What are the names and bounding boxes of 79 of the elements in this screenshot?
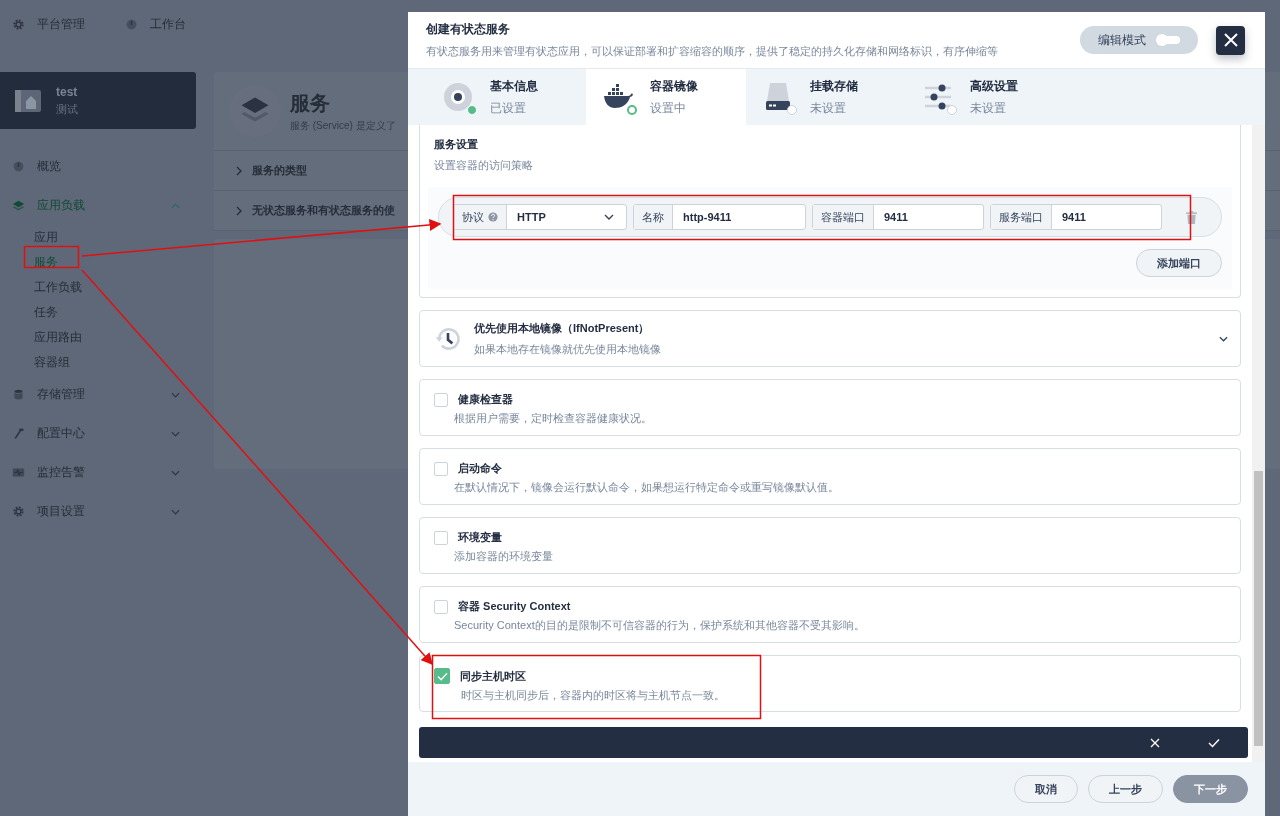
pull-policy-card[interactable]: 优先使用本地镜像（IfNotPresent） 如果本地存在镜像就优先使用本地镜像 [419,310,1241,367]
nav-subitem[interactable]: 工作负载 [12,275,184,300]
nav-item[interactable]: 存储管理 [12,375,184,414]
nav-subitem[interactable]: 容器组 [12,350,184,375]
footer-button[interactable]: 上一步 [1088,775,1163,803]
monitor-icon [12,466,25,479]
add-port-button[interactable]: 添加端口 [1136,249,1222,277]
trash-icon[interactable] [1186,210,1197,224]
step-tab[interactable]: 高级设置 未设置 [906,69,1066,125]
project-alias: 测试 [56,101,78,117]
highlight-box [23,245,80,269]
dialog-description: 有状态服务用来管理有状态应用，可以保证部署和扩容缩容的顺序，提供了稳定的持久化存储和网络标识，有序伸缩等 [426,44,999,59]
option-title: 启动命令 [458,461,502,476]
protocol-select[interactable]: 协议 HTTP [453,204,627,230]
option-description: 根据用户需要，定时检查容器健康状况。 [453,411,653,426]
option-title: 容器 Security Context [458,599,571,614]
card-title: 优先使用本地镜像（IfNotPresent） [474,320,651,336]
checkbox[interactable] [434,461,448,476]
option-title: 环境变量 [458,530,502,545]
option-description: 时区与主机同步后，容器内的时区将与主机节点一致。 [460,688,726,703]
nav-subitem[interactable]: 应用路由 [12,325,184,350]
container-port-field[interactable]: 容器端口 9411 [812,204,984,230]
topbar-link[interactable]: 平台管理 [37,15,85,33]
hammer-icon [12,427,25,440]
step-title: 基本信息 [490,77,538,95]
step-tab[interactable]: 基本信息 已设置 [426,69,586,125]
step-tab[interactable]: 挂载存储 未设置 [746,69,906,125]
nav-subitem[interactable]: 服务 [12,250,184,275]
page-title: 服务 [290,90,331,116]
nav-subitem[interactable]: 任务 [12,300,184,325]
check-icon [1208,737,1220,748]
card-description: 设置容器的访问策略 [433,158,534,173]
footer-button[interactable]: 下一步 [1173,775,1248,803]
chevron-right-icon [236,165,242,176]
checkbox[interactable] [434,599,448,614]
layers-icon [12,199,25,212]
dashboard-icon [125,17,138,31]
dashboard-icon [12,160,25,173]
checkbox[interactable] [434,530,448,545]
step-status: 设置中 [650,99,687,117]
project-card[interactable]: test 测试 [0,72,196,129]
nav-item[interactable]: 概览 [12,147,184,186]
gear-icon [12,505,25,518]
step-status: 已设置 [490,99,527,117]
database-icon [12,388,25,401]
option-description: 添加容器的环境变量 [453,549,554,564]
chevron-down-icon [604,214,614,220]
option-title: 同步主机时区 [460,668,526,684]
chevron-down-icon[interactable] [1219,335,1228,342]
gear-icon [12,17,25,31]
card-description: 如果本地存在镜像就优先使用本地镜像 [474,341,662,357]
step-title: 容器镜像 [650,77,698,95]
step-tab[interactable]: 容器镜像 设置中 [586,69,746,125]
step-title: 高级设置 [970,77,1018,95]
project-name: test [56,84,78,99]
close-icon [1150,737,1160,748]
option-description: 在默认情况下，镜像会运行默认命令，如果想运行特定命令或重写镜像默认值。 [453,480,840,495]
disc-icon [442,81,474,113]
checkbox[interactable] [434,392,448,407]
dialog-title: 创建有状态服务 [426,21,511,38]
footer-button[interactable]: 取消 [1014,775,1078,803]
topbar-link[interactable]: 工作台 [150,15,186,33]
nav-item[interactable]: 应用负载 [12,186,184,225]
chevron-right-icon [236,205,242,216]
step-status: 未设置 [810,99,847,117]
edit-mode-toggle[interactable]: 编辑模式 [1080,26,1198,54]
option-title: 健康检查器 [458,392,513,407]
close-button[interactable] [1216,25,1245,55]
step-status: 未设置 [970,99,1007,117]
step-title: 挂载存储 [810,77,858,95]
nav-subitem[interactable]: 应用 [12,225,184,250]
card-title: 服务设置 [433,137,479,152]
scrollbar[interactable] [1252,125,1265,762]
service-port-field[interactable]: 服务端口 9411 [990,204,1162,230]
close-icon [1223,33,1238,47]
option-description: Security Context的目的是限制不可信容器的行为，保护系统和其他容器不受其影响。 [453,618,866,633]
checkbox[interactable] [434,668,450,684]
help-icon[interactable] [488,212,498,222]
name-field[interactable]: 名称 http-9411 [633,204,806,230]
